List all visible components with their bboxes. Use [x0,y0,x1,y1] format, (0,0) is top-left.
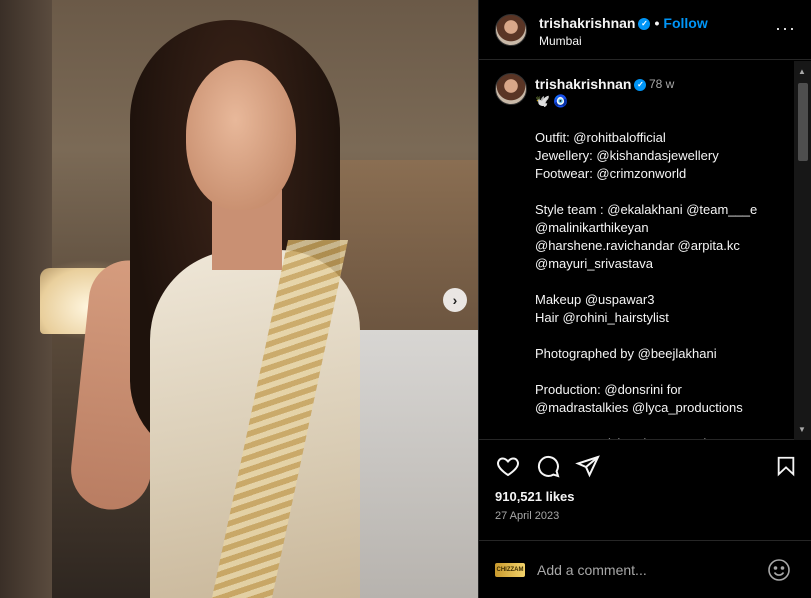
caption-avatar[interactable] [495,73,527,105]
profile-avatar[interactable] [495,14,527,46]
caption-scrollbar[interactable]: ▲ ▼ [794,61,811,440]
header-username-row: trishakrishnan ✓ • Follow [539,15,708,31]
caption-emojis: 🕊️ 🧿 [535,94,569,108]
caption-timestamp[interactable]: 78 w [649,77,674,91]
scroll-up-arrow-icon[interactable]: ▲ [798,67,806,76]
likes-count[interactable]: 910,521 likes [495,489,575,504]
add-comment-input[interactable] [537,559,757,581]
verified-badge-icon: ✓ [638,18,651,31]
bookmark-icon[interactable] [775,454,797,483]
paper-plane-icon[interactable] [575,454,601,483]
caption-area: trishakrishnan ✓ 78 w 🕊️ 🧿 Outfit: @rohit… [479,61,811,440]
post-side-panel: trishakrishnan ✓ • Follow Mumbai ··· trisha… [478,0,811,598]
header-username[interactable]: trishakrishnan [539,15,635,31]
post-location[interactable]: Mumbai [539,34,582,48]
scrollbar-thumb[interactable] [798,83,808,161]
post-image[interactable]: › [0,0,478,598]
caption-username[interactable]: trishakrishnan [535,76,631,92]
commenter-avatar: CHIZZAM [495,563,525,577]
speech-bubble-icon[interactable] [535,454,561,483]
scroll-down-arrow-icon[interactable]: ▼ [798,425,806,434]
next-image-button[interactable]: › [443,288,467,312]
caption-username-row: trishakrishnan ✓ [535,76,647,92]
post-header: trishakrishnan ✓ • Follow Mumbai ··· [479,0,811,60]
more-options-icon[interactable]: ··· [775,18,796,39]
separator-dot: • [654,15,660,31]
heart-icon[interactable] [495,454,521,483]
smiley-icon[interactable] [767,558,791,587]
post-date[interactable]: 27 April 2023 [495,510,559,522]
photo-face [186,60,296,210]
caption-verified-badge-icon: ✓ [634,79,647,92]
post-actions [479,450,811,486]
caption-text: Outfit: @rohitbalofficial Jewellery: @ki… [535,130,758,439]
follow-button[interactable]: Follow [663,15,707,31]
comment-bar: CHIZZAM [479,540,811,598]
